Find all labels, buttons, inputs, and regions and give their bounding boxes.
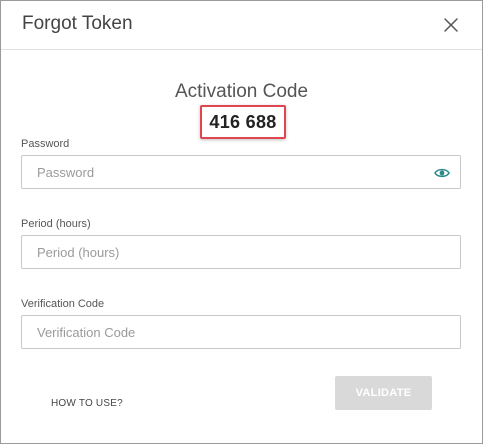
forgot-token-dialog: Forgot Token Activation Code 416 688 Pas… xyxy=(0,0,483,444)
period-label: Period (hours) xyxy=(21,218,91,230)
period-field xyxy=(21,235,461,269)
eye-icon xyxy=(434,168,450,178)
verification-code-input[interactable] xyxy=(22,316,460,348)
close-button[interactable] xyxy=(439,13,463,37)
activation-code-highlight: 416 688 xyxy=(200,105,286,139)
validate-button[interactable]: VALIDATE xyxy=(335,376,432,410)
verification-code-field xyxy=(21,315,461,349)
dialog-title: Forgot Token xyxy=(22,13,133,34)
verification-code-label: Verification Code xyxy=(21,298,105,310)
how-to-use-link[interactable]: HOW TO USE? xyxy=(51,398,123,409)
activation-code-value: 416 688 xyxy=(209,111,277,132)
show-password-button[interactable] xyxy=(434,166,450,180)
dialog-header: Forgot Token xyxy=(1,1,482,50)
activation-code-label: Activation Code xyxy=(174,81,309,102)
password-input[interactable] xyxy=(22,156,460,188)
password-field xyxy=(21,155,461,189)
period-input[interactable] xyxy=(22,236,460,268)
close-icon xyxy=(444,18,458,32)
password-label: Password xyxy=(21,138,70,150)
